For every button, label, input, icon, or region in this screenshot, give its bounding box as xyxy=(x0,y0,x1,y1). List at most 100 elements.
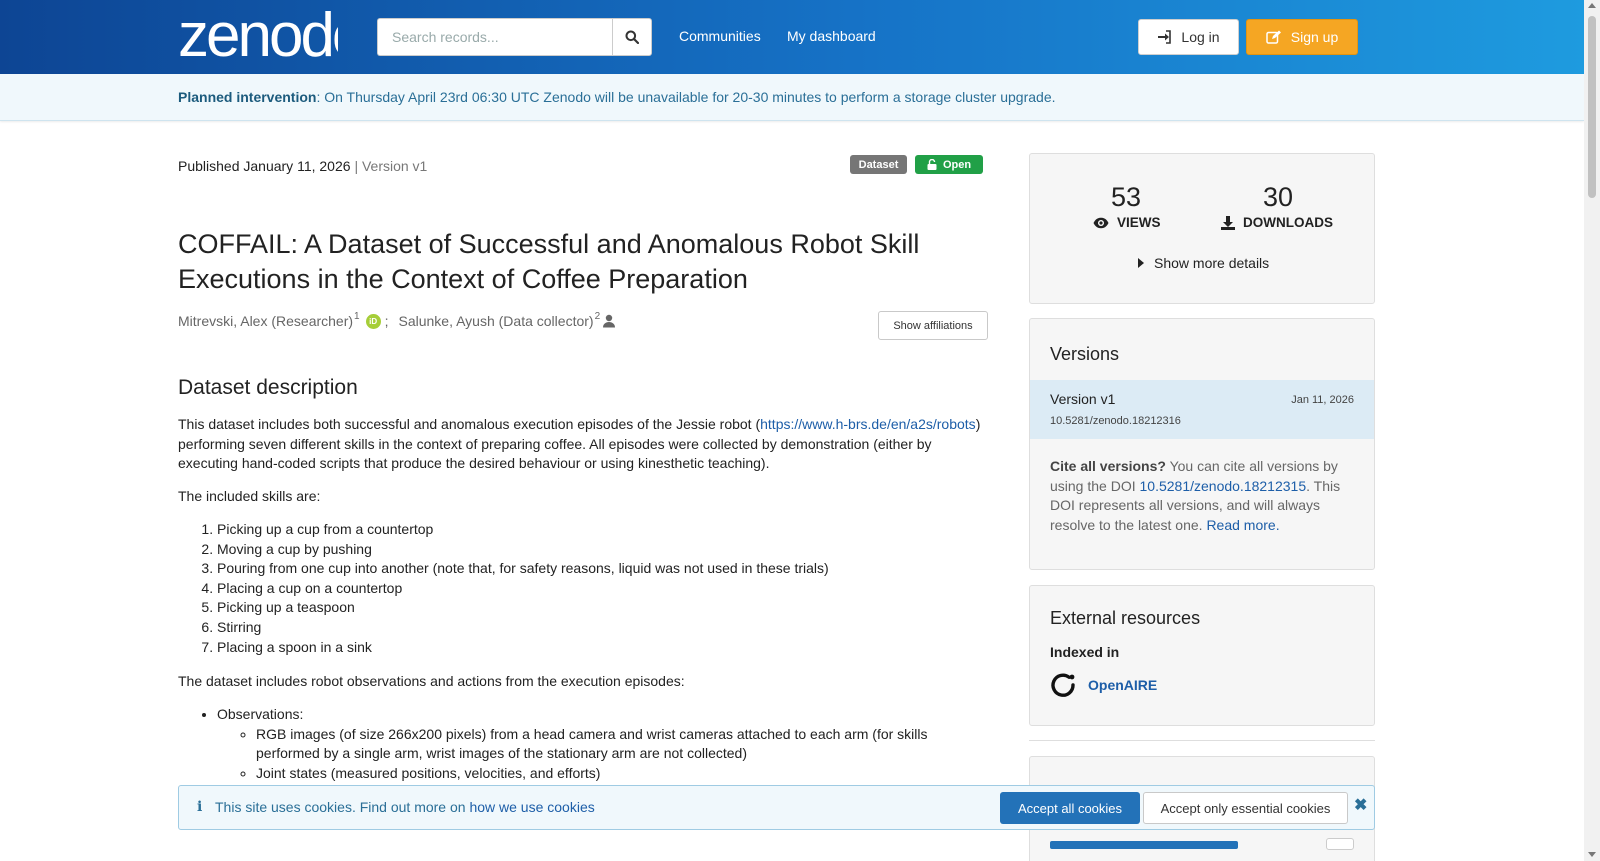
search-input[interactable] xyxy=(377,18,612,56)
top-header: zenodo Communities My dashboard Log in S… xyxy=(0,0,1584,74)
login-label: Log in xyxy=(1181,29,1220,45)
versions-heading: Versions xyxy=(1050,344,1120,364)
skill-item: Stirring xyxy=(217,618,988,638)
search-button[interactable] xyxy=(612,18,652,56)
version-item[interactable]: Version v1 Jan 11, 2026 10.5281/zenodo.1… xyxy=(1030,380,1374,439)
data-contents-list: Observations: RGB images (of size 266x20… xyxy=(178,705,988,783)
accept-essential-cookies-button[interactable]: Accept only essential cookies xyxy=(1143,792,1348,824)
nav-communities[interactable]: Communities xyxy=(679,28,761,44)
record-title: COFFAIL: A Dataset of Successful and Ano… xyxy=(178,229,920,294)
openaire-icon xyxy=(1051,673,1075,697)
observation-item: RGB images (of size 266x200 pixels) from… xyxy=(256,725,988,764)
close-icon[interactable]: ✖ xyxy=(1354,795,1367,815)
downloads-count: 30 xyxy=(1262,182,1294,212)
views-label-text: VIEWS xyxy=(1117,215,1161,230)
signup-label: Sign up xyxy=(1290,29,1339,45)
more-details-label: Show more details xyxy=(1154,255,1270,271)
skill-item: Placing a cup on a countertop xyxy=(217,579,988,599)
download-icon xyxy=(1221,215,1235,230)
indexed-in-label: Indexed in xyxy=(1050,644,1120,660)
info-icon: i xyxy=(197,799,203,815)
skills-intro: The included skills are: xyxy=(178,488,321,504)
external-resources-heading: External resources xyxy=(1050,608,1201,628)
list-item: Observations: RGB images (of size 266x20… xyxy=(217,705,988,783)
show-affiliations-button[interactable]: Show affiliations xyxy=(878,311,988,340)
banner-message: : On Thursday April 23rd 06:30 UTC Zenod… xyxy=(316,89,1056,105)
publication-info: Published January 11, 2026 | Version v1 xyxy=(178,158,427,174)
version-name: Version v1 xyxy=(1050,391,1116,407)
skill-item: Pouring from one cup into another (note … xyxy=(217,559,988,579)
caret-right-icon xyxy=(1138,258,1144,268)
access-badge: Open xyxy=(915,155,983,174)
openaire-label: OpenAIRE xyxy=(1088,677,1158,693)
user-icon xyxy=(603,314,616,328)
maintenance-banner: Planned intervention: On Thursday April … xyxy=(0,74,1584,121)
resource-type-label: Dataset xyxy=(858,158,899,171)
author-separator: ; xyxy=(384,313,389,329)
skill-item: Placing a spoon in a sink xyxy=(217,638,988,658)
cookie-policy-link[interactable]: how we use cookies xyxy=(469,799,594,815)
openaire-link[interactable]: OpenAIRE xyxy=(1050,672,1157,698)
observations-intro: The dataset includes robot observations … xyxy=(178,673,685,689)
accept-all-label: Accept all cookies xyxy=(1017,800,1123,816)
accept-essential-label: Accept only essential cookies xyxy=(1160,800,1331,816)
intro-text: This dataset includes both successful an… xyxy=(178,416,761,432)
unlock-icon xyxy=(927,159,937,170)
search-icon xyxy=(625,30,639,44)
signup-button[interactable]: Sign up xyxy=(1246,19,1358,55)
description-intro: This dataset includes both successful an… xyxy=(178,415,988,474)
skills-list: Picking up a cup from a countertopMoving… xyxy=(178,520,988,657)
skill-item: Picking up a cup from a countertop xyxy=(217,520,988,540)
downloads-label: DOWNLOADS xyxy=(1221,215,1333,230)
observations-label: Observations: xyxy=(217,706,304,722)
version-date: Jan 11, 2026 xyxy=(1291,394,1354,406)
partial-control[interactable] xyxy=(1326,838,1354,850)
author-name[interactable]: Salunke, Ayush (Data collector) xyxy=(399,313,594,329)
skill-item: Picking up a teaspoon xyxy=(217,598,988,618)
login-button[interactable]: Log in xyxy=(1138,19,1239,55)
cookie-text: This site uses cookies. Find out more on xyxy=(215,799,470,815)
banner-text: Planned intervention: On Thursday April … xyxy=(178,89,1056,105)
partial-button[interactable] xyxy=(1050,841,1238,849)
version-doi: 10.5281/zenodo.18212316 xyxy=(1050,415,1181,427)
nav-my-dashboard[interactable]: My dashboard xyxy=(787,28,876,44)
zenodo-logo[interactable]: zenodo xyxy=(178,1,367,70)
edit-icon xyxy=(1266,30,1281,44)
downloads-label-text: DOWNLOADS xyxy=(1243,215,1333,230)
cite-heading: Cite all versions? xyxy=(1050,458,1166,474)
scroll-down-arrow[interactable] xyxy=(1588,852,1596,857)
creators-list: Mitrevski, Alex (Researcher) 1 iD ; Salun… xyxy=(178,310,616,329)
show-affiliations-label: Show affiliations xyxy=(893,319,973,332)
robots-link[interactable]: https://www.h-brs.de/en/a2s/robots xyxy=(760,416,976,432)
scrollbar[interactable] xyxy=(1584,0,1600,861)
resource-type-badge: Dataset xyxy=(850,155,907,174)
views-count: 53 xyxy=(1110,182,1142,212)
published-date: Published January 11, 2026 xyxy=(178,158,351,174)
banner-title: Planned intervention xyxy=(178,89,317,105)
divider xyxy=(1029,740,1375,741)
svg-text:zenodo: zenodo xyxy=(178,6,338,62)
cookie-banner: i This site uses cookies. Find out more … xyxy=(178,785,1375,830)
description-heading: Dataset description xyxy=(178,376,358,399)
skill-item: Moving a cup by pushing xyxy=(217,540,988,560)
scroll-thumb[interactable] xyxy=(1588,16,1596,198)
views-label: VIEWS xyxy=(1093,215,1161,230)
author-name[interactable]: Mitrevski, Alex (Researcher) xyxy=(178,313,353,329)
eye-icon xyxy=(1093,217,1109,228)
cookie-message: This site uses cookies. Find out more on… xyxy=(215,799,595,815)
observation-item: Joint states (measured positions, veloci… xyxy=(256,764,988,784)
search-bar xyxy=(377,18,652,56)
sign-in-icon xyxy=(1158,30,1172,44)
accept-all-cookies-button[interactable]: Accept all cookies xyxy=(1000,792,1140,824)
observations-list: RGB images (of size 266x200 pixels) from… xyxy=(237,725,988,784)
affiliation-ref: 2 xyxy=(594,310,601,322)
orcid-icon[interactable]: iD xyxy=(365,313,381,329)
version-label: | Version v1 xyxy=(354,158,428,174)
concept-doi-link[interactable]: 10.5281/zenodo.18212315 xyxy=(1140,478,1307,494)
access-label: Open xyxy=(942,158,972,171)
show-more-details[interactable]: Show more details xyxy=(1138,255,1269,271)
cite-all-versions: Cite all versions? You can cite all vers… xyxy=(1050,457,1360,535)
scroll-up-arrow[interactable] xyxy=(1588,3,1596,8)
read-more-link[interactable]: Read more. xyxy=(1206,517,1279,533)
affiliation-ref: 1 xyxy=(354,310,360,322)
